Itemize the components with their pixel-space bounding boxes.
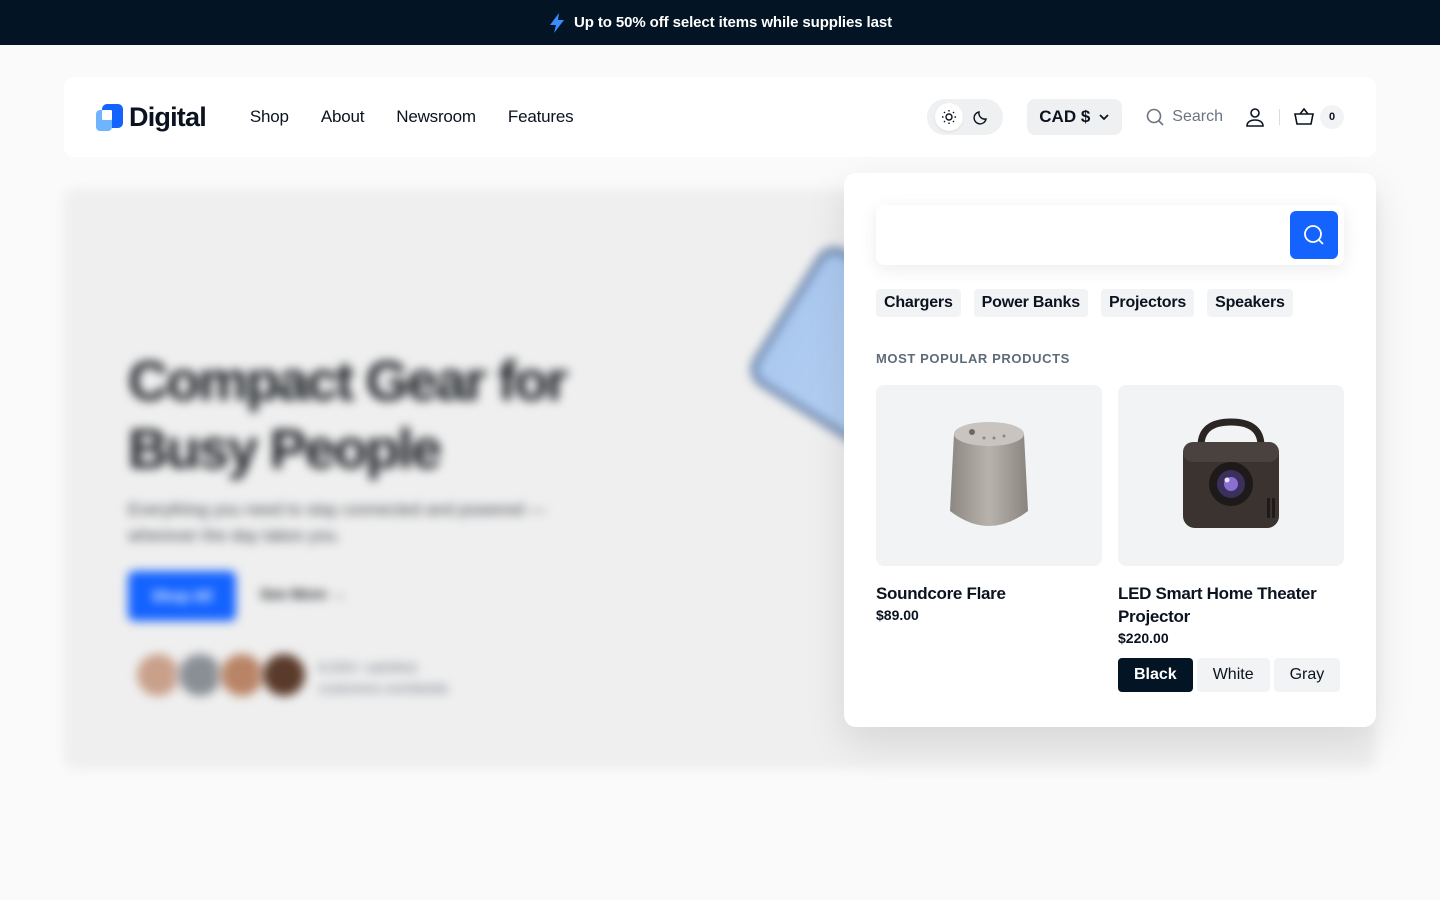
logo-text: Digital <box>129 101 207 132</box>
user-icon <box>1246 108 1264 127</box>
product-image <box>876 385 1102 566</box>
search-box <box>876 205 1344 265</box>
light-mode-button[interactable] <box>935 103 964 131</box>
projector-image <box>1183 418 1279 528</box>
product-name: Soundcore Flare <box>876 584 1006 603</box>
category-chips: Chargers Power Banks Projectors Speakers <box>876 289 1344 317</box>
variant-gray[interactable]: Gray <box>1273 658 1341 692</box>
nav-newsroom[interactable]: Newsroom <box>396 107 476 127</box>
customer-avatars <box>134 651 308 699</box>
nav-shop[interactable]: Shop <box>250 107 289 127</box>
variant-black[interactable]: Black <box>1118 658 1193 692</box>
main-nav: Shop About Newsroom Features <box>250 107 574 127</box>
popular-products-list: Soundcore Flare $89.00 LED Smart Home Th… <box>876 385 1344 692</box>
color-variants: Black White Gray <box>1118 658 1344 692</box>
moon-icon <box>973 111 988 125</box>
chip-chargers[interactable]: Chargers <box>876 289 961 317</box>
site-header: Digital Shop About Newsroom Features CAD… <box>64 77 1376 157</box>
search-input[interactable] <box>892 215 1290 255</box>
product-name: LED Smart Home Theater Projector <box>1118 584 1317 626</box>
search-submit-button[interactable] <box>1290 211 1338 259</box>
speaker-image <box>950 421 1028 526</box>
avatar <box>176 651 224 699</box>
see-more-link[interactable]: See More → <box>260 586 346 603</box>
shop-all-button[interactable]: Shop All <box>128 571 236 621</box>
product-price: $89.00 <box>876 607 919 623</box>
currency-label: CAD $ <box>1039 107 1091 126</box>
announcement-bar: Up to 50% off select items while supplie… <box>0 0 1440 45</box>
product-card[interactable]: Soundcore Flare $89.00 <box>876 385 1102 692</box>
search-icon <box>1146 108 1164 126</box>
hero-subtitle: Everything you need to stay connected an… <box>128 500 546 545</box>
lightning-icon <box>550 12 564 33</box>
account-button[interactable] <box>1245 107 1265 127</box>
cart-button[interactable]: 0 <box>1294 105 1344 129</box>
hero-title: Compact Gear for Busy People <box>128 349 568 480</box>
theme-toggle <box>927 99 1004 135</box>
logo[interactable]: Digital <box>96 101 207 133</box>
social-proof-text: 8,000+ satisfied customers worldwide <box>318 659 449 696</box>
sun-icon <box>942 110 957 124</box>
chip-speakers[interactable]: Speakers <box>1207 289 1293 317</box>
search-icon <box>1304 225 1324 245</box>
chip-projectors[interactable]: Projectors <box>1100 289 1195 317</box>
nav-about[interactable]: About <box>321 107 365 127</box>
announcement-text: Up to 50% off select items while supplie… <box>574 14 892 31</box>
search-button[interactable]: Search <box>1146 108 1223 126</box>
popular-products-heading: MOST POPULAR PRODUCTS <box>876 351 1070 366</box>
dark-mode-button[interactable] <box>967 103 995 131</box>
header-divider <box>1279 109 1280 125</box>
variant-white[interactable]: White <box>1196 658 1270 692</box>
nav-features[interactable]: Features <box>508 107 574 127</box>
cart-count-badge: 0 <box>1320 105 1344 129</box>
basket-icon <box>1294 108 1314 125</box>
avatar <box>134 651 182 699</box>
product-card[interactable]: LED Smart Home Theater Projector $220.00… <box>1118 385 1344 692</box>
chip-power-banks[interactable]: Power Banks <box>973 289 1088 317</box>
avatar <box>218 651 266 699</box>
product-image <box>1118 385 1344 566</box>
search-label: Search <box>1172 108 1223 125</box>
currency-selector[interactable]: CAD $ <box>1027 99 1123 135</box>
product-price: $220.00 <box>1118 630 1169 646</box>
chevron-down-icon <box>1099 114 1109 121</box>
search-panel: Chargers Power Banks Projectors Speakers… <box>844 173 1376 727</box>
logo-icon <box>96 103 123 131</box>
avatar <box>260 651 308 699</box>
header-actions: CAD $ Search 0 <box>927 99 1344 135</box>
